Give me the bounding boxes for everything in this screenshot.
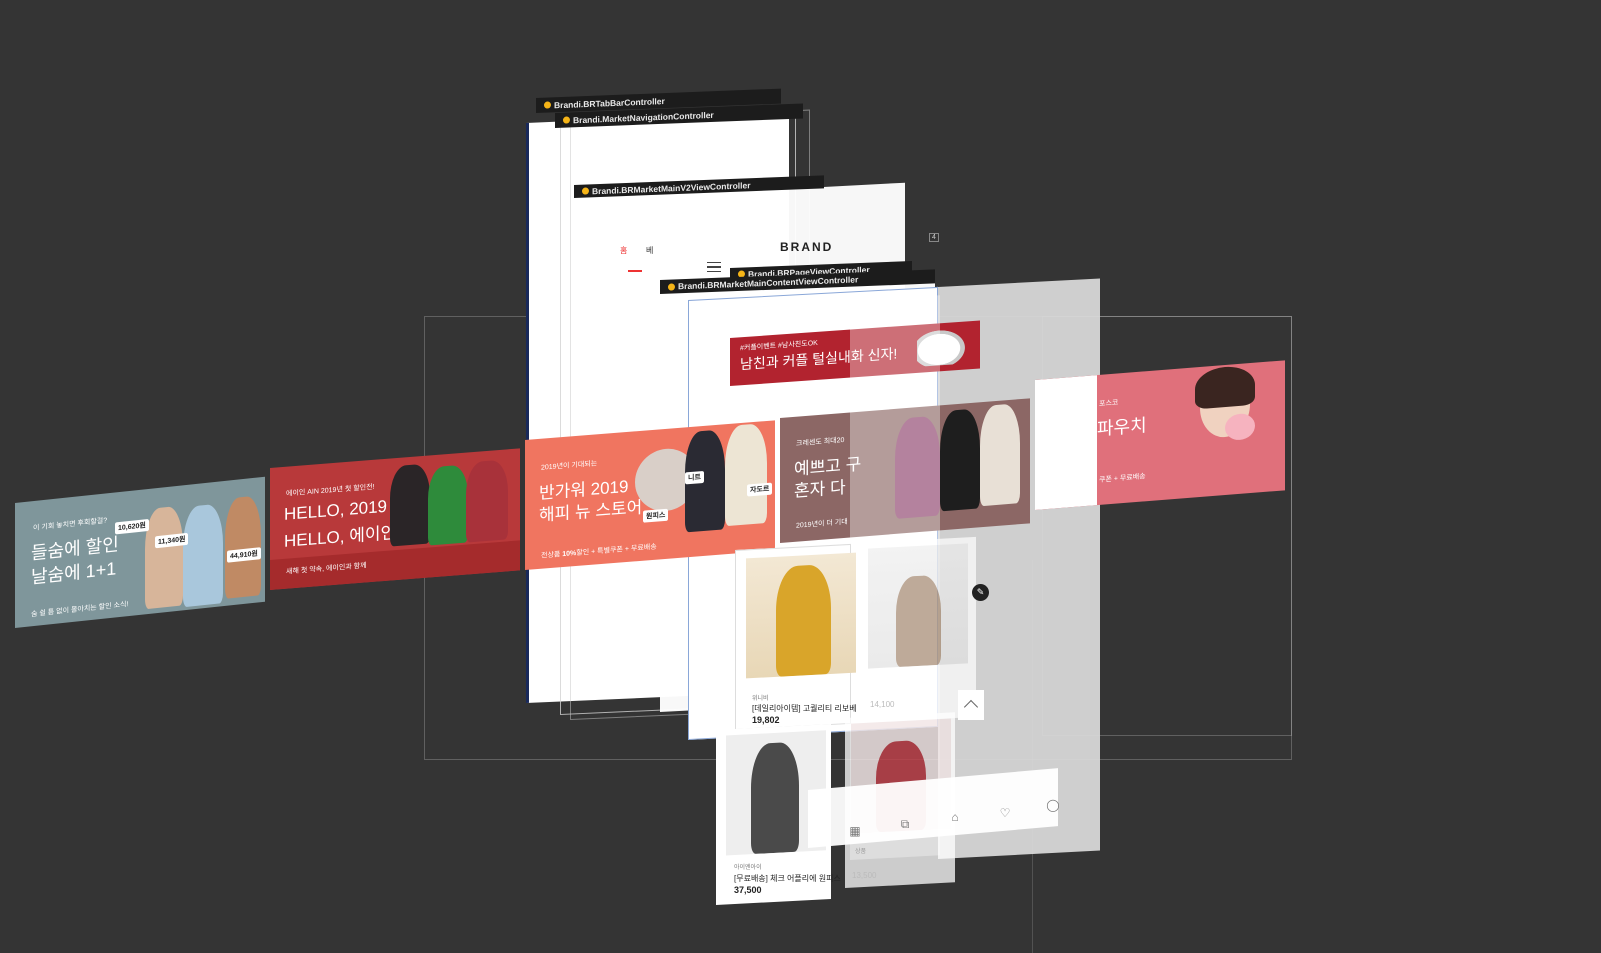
view-debugger-canvas: Brandi.BRTabBarController Brandi.MarketN… bbox=[0, 0, 1601, 953]
model-figure bbox=[751, 741, 799, 855]
banner4-footer: 2019년이 더 기대 bbox=[796, 518, 848, 530]
model-figure bbox=[776, 563, 831, 677]
menu-icon-line bbox=[707, 266, 721, 268]
item-tag: 니트 bbox=[685, 470, 704, 485]
pouch-image bbox=[1225, 412, 1255, 442]
product-name[interactable]: [데일리아이템] 고퀄리티 리보베 bbox=[752, 703, 857, 714]
model-figure bbox=[940, 408, 980, 512]
banner5-footer: 쿠폰 + 무료배송 bbox=[1099, 473, 1146, 484]
price-tag: 10,620원 bbox=[115, 518, 149, 535]
promo-banner-1[interactable]: 이 기회 놓치면 후회할걸? 들숨에 할인 날숨에 1+1 숨 쉴 틈 없이 몰… bbox=[15, 476, 265, 628]
banner4-line3: 혼자 다 bbox=[794, 477, 846, 501]
header-tab-home[interactable]: 홈 bbox=[620, 245, 627, 256]
banner4-line1: 크레센도 최대20 bbox=[796, 436, 845, 448]
chevron-up-icon bbox=[963, 699, 979, 715]
model-figure bbox=[725, 422, 767, 527]
header-logo: BRAND bbox=[780, 240, 834, 254]
model-hair bbox=[1195, 364, 1255, 410]
product-image bbox=[868, 543, 968, 669]
home-icon[interactable]: ⌂ bbox=[948, 810, 962, 824]
banner5-line2: 파우치 bbox=[1097, 415, 1147, 440]
banner1-footer: 숨 쉴 틈 없이 몰아치는 할인 소식! bbox=[31, 601, 129, 619]
market-nav-controller-name: Brandi.MarketNavigationController bbox=[573, 109, 714, 125]
banner3-footer-pre: 전상품 bbox=[541, 551, 563, 560]
banner2-line1: 에이인 AIN 2019년 첫 할인전! bbox=[286, 483, 375, 498]
banner5-white-block bbox=[1035, 375, 1097, 510]
banner3-line1: 2019년이 기대되는 bbox=[541, 460, 598, 472]
badge-count: 4 bbox=[929, 233, 939, 242]
view-controller-icon bbox=[563, 116, 570, 124]
view-controller-icon bbox=[668, 282, 675, 291]
item-tag: 자도르 bbox=[747, 482, 773, 497]
product-name[interactable]: [무료배송] 체크 어플리에 원피스 bbox=[734, 873, 841, 884]
model-figure bbox=[183, 503, 223, 608]
header-tab-home-indicator bbox=[628, 270, 642, 272]
banner5-line1: 포스코 bbox=[1099, 399, 1119, 408]
view-controller-icon bbox=[544, 101, 551, 109]
model-figure bbox=[145, 505, 183, 610]
promo-banner-3[interactable]: 2019년이 기대되는 반가워 2019 해피 뉴 스토어 전상품 10%할인 … bbox=[525, 420, 775, 570]
view-controller-icon bbox=[582, 187, 589, 195]
product-price: 37,500 bbox=[734, 885, 762, 895]
user-icon[interactable]: ◯ bbox=[1046, 798, 1060, 812]
product-price: 14,100 bbox=[870, 700, 895, 709]
model-figure bbox=[896, 574, 941, 668]
product-shop: 아이엔아이 bbox=[734, 865, 762, 871]
tab-bar-controller-name: Brandi.BRTabBarController bbox=[554, 95, 665, 110]
heart-icon[interactable]: ♡ bbox=[998, 806, 1012, 820]
banner3-footer-bold: 10% bbox=[562, 549, 577, 559]
header-tab-best[interactable]: 베 bbox=[646, 245, 653, 256]
product-price: 13,500 bbox=[852, 871, 877, 880]
share-icon[interactable]: ✎ bbox=[972, 584, 989, 601]
store-icon[interactable]: ⧉ bbox=[898, 817, 912, 831]
model-figure bbox=[390, 463, 430, 547]
model-figure bbox=[466, 459, 508, 543]
banner1-line1: 이 기회 놓치면 후회할걸? bbox=[33, 517, 108, 533]
banner3-footer: 전상품 10%할인 + 특별쿠폰 + 무료배송 bbox=[541, 542, 657, 561]
product-image bbox=[746, 552, 856, 679]
promo-banner-2[interactable]: 에이인 AIN 2019년 첫 할인전! HELLO, 2019 HELLO, … bbox=[270, 448, 520, 590]
menu-icon[interactable] bbox=[707, 262, 721, 272]
model-figure bbox=[980, 403, 1020, 507]
product-shop: 위니비 bbox=[752, 696, 769, 702]
scroll-top-button[interactable] bbox=[958, 690, 984, 720]
model-figure bbox=[428, 464, 468, 546]
banner3-footer-post: 할인 + 특별쿠폰 + 무료배송 bbox=[576, 543, 657, 557]
item-tag: 원피스 bbox=[643, 508, 669, 523]
product-price: 19,802 bbox=[752, 715, 780, 725]
promo-banner-5[interactable]: 포스코 파우치 쿠폰 + 무료배송 bbox=[1035, 360, 1285, 510]
category-grid-icon[interactable]: ▦ bbox=[848, 824, 862, 838]
tab-home-label: 상품 bbox=[855, 849, 867, 855]
